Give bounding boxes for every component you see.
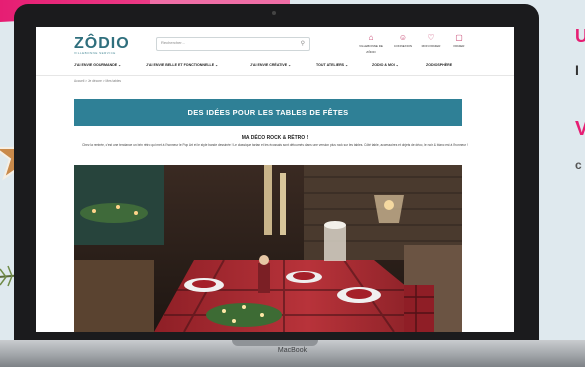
store-icon: ⌂ <box>368 33 374 42</box>
laptop-brand-label: MacBook <box>277 347 308 354</box>
website-screen: ZÔDIO VILLEBONNE SERVICE Rechercher... ⚲… <box>36 27 514 332</box>
search-input[interactable]: Rechercher... ⚲ <box>156 37 310 51</box>
nav-item-gourmande[interactable]: J'AI ENVIE GOURMANDE ⌄ <box>74 63 121 67</box>
nav-item-belle[interactable]: J'AI ENVIE BELLE ET FONCTIONNELLE ⌄ <box>146 63 218 67</box>
bag-icon: ▢ <box>455 33 463 42</box>
section-title: MA DÉCO ROCK & RÉTRO ! <box>241 135 309 141</box>
side-text-fragment: I <box>575 62 579 78</box>
nav-item-zodio-moi[interactable]: ZODIO & MOI ⌄ <box>372 63 399 67</box>
nav-divider <box>36 75 514 76</box>
site-logo-subtitle: VILLEBONNE SERVICE <box>74 51 116 55</box>
side-heading-fragment: U <box>575 26 585 46</box>
main-nav: J'AI ENVIE GOURMANDE ⌄ J'AI ENVIE BELLE … <box>74 61 474 71</box>
intro-paragraph: Chez la rentrée, c'est une tendance un b… <box>82 143 468 147</box>
header-bag-label: PANIER <box>453 44 465 48</box>
page-title-banner: DES IDÉES POUR LES TABLES DE FÊTES <box>74 99 462 126</box>
side-heading-fragment-2: V <box>575 118 585 140</box>
header-store-label: VILLEBONNE DE ZÔDIO <box>359 44 383 54</box>
nav-item-zodiosphere[interactable]: ZODIOSPHÈRE <box>426 63 452 67</box>
site-header: ZÔDIO VILLEBONNE SERVICE Rechercher... ⚲… <box>36 27 514 61</box>
search-icon[interactable]: ⚲ <box>301 40 305 47</box>
christmas-table-photo <box>74 165 462 332</box>
breadcrumb[interactable]: Accueil > Je décore > Mes tables <box>74 79 121 83</box>
nav-item-ateliers[interactable]: TOUT ATELIERS ⌄ <box>316 63 348 67</box>
search-placeholder: Rechercher... <box>161 40 185 45</box>
laptop-notch <box>232 340 318 346</box>
header-store-button[interactable]: ⌂ VILLEBONNE DE ZÔDIO <box>354 33 388 55</box>
camera-dot <box>272 11 276 15</box>
side-text-fragment-2: c <box>575 158 582 172</box>
header-bag-button[interactable]: ▢ PANIER <box>442 33 476 49</box>
nav-item-creative[interactable]: J'AI ENVIE CRÉATIVE ⌄ <box>250 63 291 67</box>
